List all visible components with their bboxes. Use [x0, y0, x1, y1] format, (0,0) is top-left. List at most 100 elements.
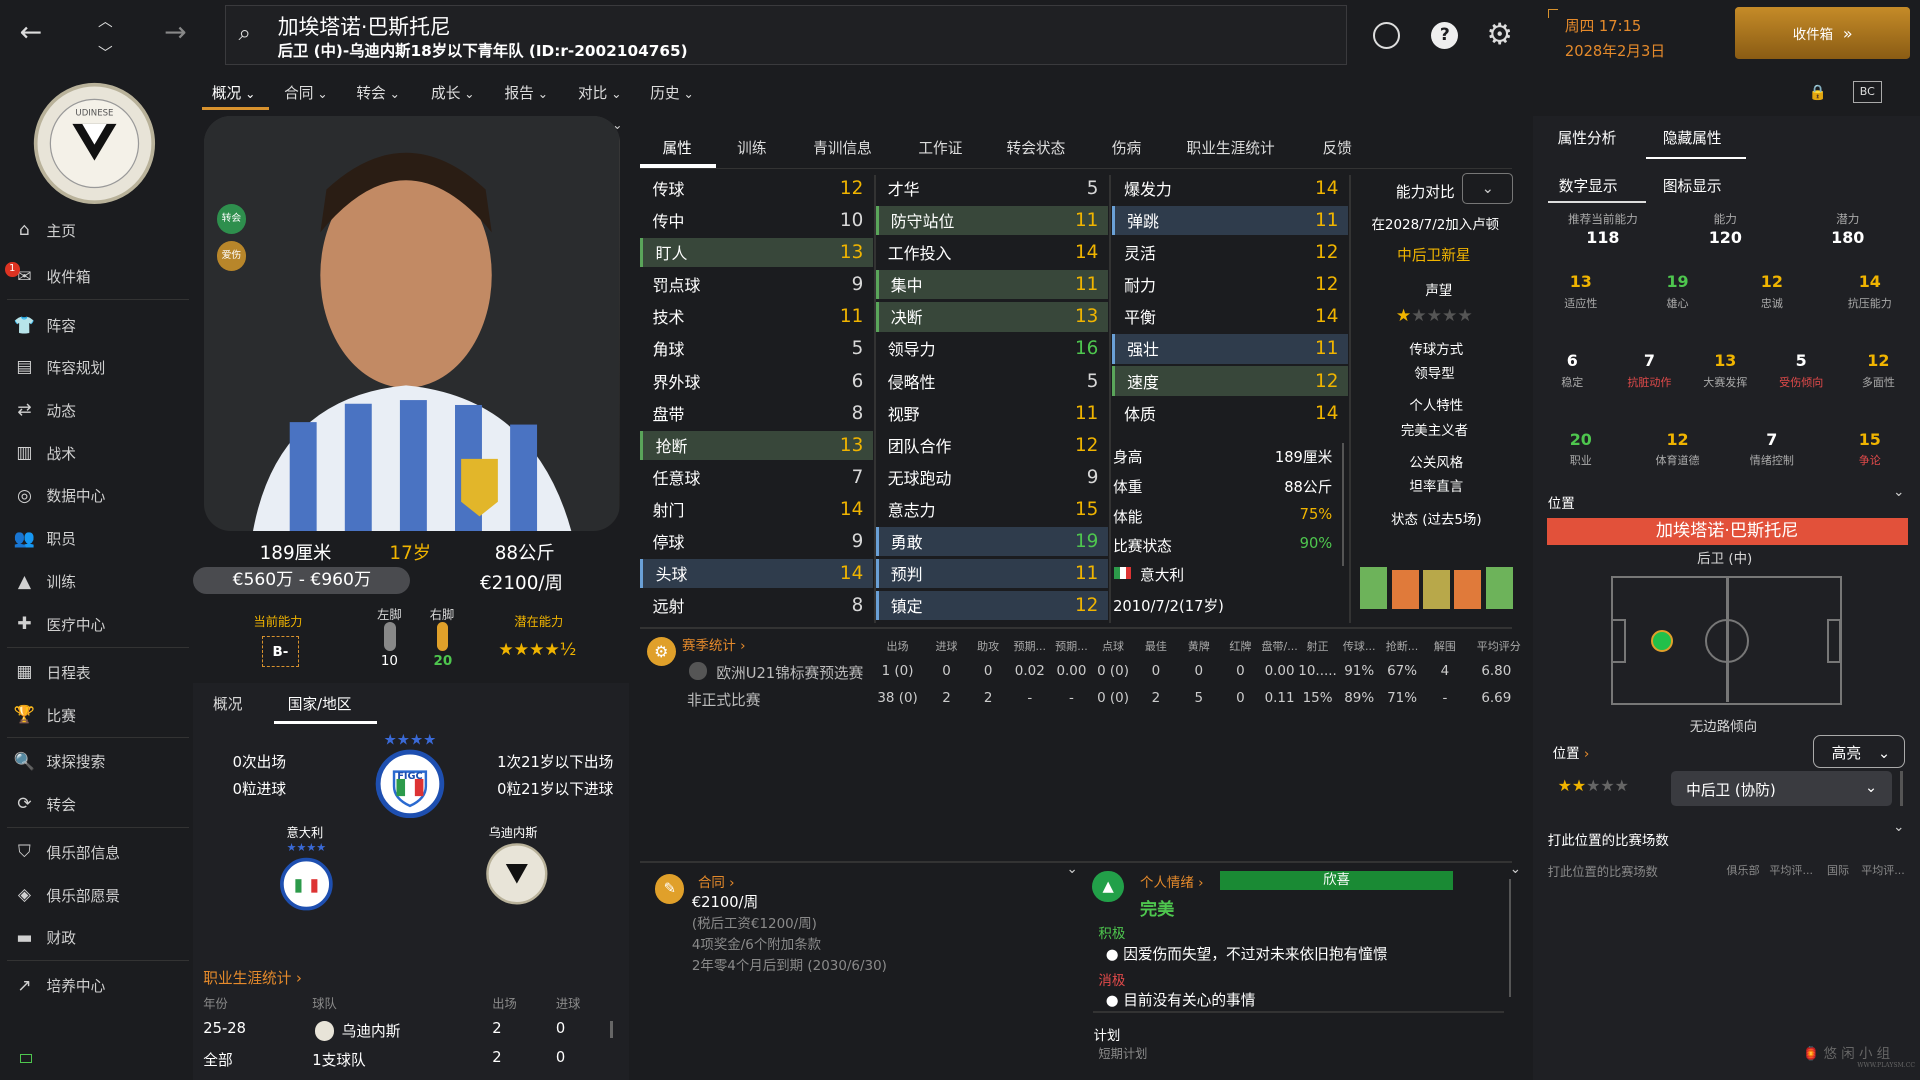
tab-nation[interactable]: 国家/地区 [288, 693, 352, 714]
hidden-attribute[interactable]: 7 抗脏动作 [1611, 351, 1687, 390]
attribute-row[interactable]: 意志力 15 [876, 495, 1109, 524]
career-cell[interactable]: 1支球队 [312, 1049, 365, 1070]
season-col-header[interactable]: 黄牌 [1179, 638, 1218, 654]
tab-5[interactable]: 伤病 [1112, 137, 1141, 158]
tab-overview[interactable]: 概况 [213, 693, 242, 714]
sidebar-item-10[interactable]: ▦ 日程表 [7, 655, 188, 689]
collapse-chevron-icon[interactable]: ⌄ [612, 118, 622, 132]
attribute-row[interactable]: 角球 5 [640, 334, 873, 363]
season-col-header[interactable]: 进球 [927, 638, 966, 654]
tab-1[interactable]: 训练 [737, 137, 766, 158]
position-link[interactable]: 位置 › [1553, 742, 1590, 762]
attribute-row[interactable]: 团队合作 12 [876, 431, 1109, 460]
attribute-row[interactable]: 停球 9 [640, 527, 873, 556]
morale-scrollbar[interactable] [1508, 879, 1512, 997]
compare-dropdown[interactable]: ⌄ [1462, 172, 1514, 205]
player-search-box[interactable]: ⌕ 加埃塔诺·巴斯托尼 后卫 (中)-乌迪内斯18岁以下青年队 (ID:r-20… [225, 4, 1347, 65]
sidebar-item-8[interactable]: ▲ 训练 [7, 564, 188, 598]
contract-link[interactable]: 合同 › [698, 871, 735, 891]
sidebar-item-9[interactable]: ✚ 医疗中心 [7, 607, 188, 641]
career-scrollbar[interactable] [609, 1021, 614, 1039]
numeric-display-toggle[interactable]: 数字显示 [1559, 175, 1618, 196]
attribute-row[interactable]: 界外球 6 [640, 366, 873, 395]
attribute-row[interactable]: 耐力 12 [1112, 270, 1348, 299]
italy-figc-icon[interactable]: ★★★★ [277, 840, 336, 913]
position-collapse-icon[interactable]: ⌄ [1893, 485, 1904, 500]
hidden-attribute[interactable]: 15 争论 [1832, 430, 1908, 469]
hidden-attribute[interactable]: 7 情绪控制 [1734, 430, 1810, 469]
attribute-row[interactable]: 盯人 13 [640, 238, 874, 268]
injury-prone-badge[interactable]: 爱伤 [216, 241, 247, 271]
competition-name[interactable]: 欧洲U21锦标赛预选赛 [716, 662, 863, 683]
hidden-attribute[interactable]: 12 忠诚 [1734, 272, 1810, 311]
attribute-row[interactable]: 传球 12 [640, 174, 873, 203]
hidden-attribute[interactable]: 5 受伤倾向 [1763, 351, 1839, 390]
club-crest-icon[interactable]: UDINESE [32, 81, 157, 206]
career-stats-link[interactable]: 职业生涯统计 › [203, 967, 302, 988]
sidebar-item-12[interactable]: 🔍 球探搜索 [7, 744, 188, 778]
sidebar-item-16[interactable]: ▬ 财政 [7, 921, 188, 955]
hidden-attribute[interactable]: 13 大赛发挥 [1687, 351, 1763, 390]
attribute-row[interactable]: 灵活 12 [1112, 238, 1348, 267]
attribute-row[interactable]: 防守站位 11 [875, 205, 1109, 236]
career-col-header[interactable]: 出场 [492, 994, 516, 1012]
season-col-header[interactable]: 点球 [1093, 638, 1132, 654]
attribute-row[interactable]: 领导力 16 [876, 334, 1109, 363]
hidden-attribute[interactable]: 14 抗压能力 [1832, 272, 1908, 311]
attribute-row[interactable]: 技术 11 [640, 302, 873, 331]
sidebar-item-11[interactable]: 🏆 比赛 [7, 698, 188, 732]
attribute-row[interactable]: 视野 11 [876, 398, 1109, 427]
continue-inbox-button[interactable]: 收件箱 » [1735, 7, 1911, 59]
season-col-header[interactable]: 解围 [1425, 638, 1464, 654]
attribute-row[interactable]: 集中 11 [875, 270, 1109, 300]
transfer-badge[interactable]: 转会 [216, 204, 247, 234]
attribute-row[interactable]: 镇定 12 [875, 590, 1109, 621]
season-col-header[interactable]: 最佳 [1136, 638, 1175, 654]
sidebar-item-6[interactable]: ◎ 数据中心 [7, 479, 188, 513]
attribute-row[interactable]: 远射 8 [640, 591, 873, 620]
sidebar-item-17[interactable]: ↗ 培养中心 [7, 969, 188, 1003]
attribute-row[interactable]: 传中 10 [640, 206, 873, 235]
season-col-header[interactable]: 助攻 [969, 638, 1008, 654]
morale-link[interactable]: 个人情绪 › [1140, 871, 1203, 891]
back-button[interactable]: ← [20, 17, 43, 48]
icon-display-toggle[interactable]: 图标显示 [1663, 175, 1722, 196]
hidden-attribute[interactable]: 6 稳定 [1534, 351, 1610, 390]
attribute-row[interactable]: 勇敢 19 [875, 526, 1109, 557]
career-col-header[interactable]: 进球 [556, 994, 580, 1012]
attribute-row[interactable]: 弹跳 11 [1111, 205, 1349, 236]
attribute-row[interactable]: 速度 12 [1111, 366, 1349, 396]
tab-attribute-analysis[interactable]: 属性分析 [1558, 127, 1617, 148]
career-col-header[interactable]: 年份 [203, 994, 227, 1012]
hidden-attribute[interactable]: 13 适应性 [1543, 272, 1619, 311]
forward-button[interactable]: → [164, 17, 187, 48]
attribute-row[interactable]: 才华 5 [876, 174, 1109, 203]
attribute-row[interactable]: 任意球 7 [640, 463, 873, 492]
role-scrollbar[interactable] [1900, 771, 1903, 806]
menu-item-5[interactable]: 对比 [578, 82, 622, 103]
form-bar[interactable] [1423, 570, 1451, 609]
sidebar-item-15[interactable]: ◈ 俱乐部愿景 [7, 878, 188, 912]
role-select-dropdown[interactable]: 中后卫 (协防) ⌄ [1671, 771, 1892, 806]
hidden-attribute[interactable]: 12 多面性 [1840, 351, 1916, 390]
morale-chevron-icon[interactable]: ⌄ [1510, 862, 1521, 877]
sidebar-item-5[interactable]: ▥ 战术 [7, 436, 188, 470]
hidden-attribute[interactable]: 19 雄心 [1640, 272, 1716, 311]
season-col-header[interactable]: 预期... [1052, 638, 1091, 654]
attribute-row[interactable]: 头球 14 [640, 558, 874, 589]
attribute-row[interactable]: 爆发力 14 [1112, 174, 1348, 203]
tab-0[interactable]: 属性 [662, 137, 691, 158]
menu-item-2[interactable]: 转会 [356, 82, 400, 103]
attribute-row[interactable]: 射门 14 [640, 495, 873, 524]
form-bar[interactable] [1485, 566, 1513, 609]
season-col-header[interactable]: 红牌 [1221, 638, 1260, 654]
hidden-attribute[interactable]: 12 体育道德 [1640, 430, 1716, 469]
form-bar[interactable] [1360, 566, 1388, 609]
tab-4[interactable]: 转会状态 [1007, 137, 1066, 158]
attribute-row[interactable]: 盘带 8 [640, 398, 873, 427]
sidebar-item-14[interactable]: ⛉ 俱乐部信息 [7, 835, 188, 869]
matches-col-header[interactable]: 俱乐部 [1727, 862, 1760, 878]
menu-item-4[interactable]: 报告 [504, 82, 548, 103]
player-value[interactable]: €560万 - €960万 [193, 566, 411, 594]
menu-item-6[interactable]: 历史 [650, 82, 694, 103]
